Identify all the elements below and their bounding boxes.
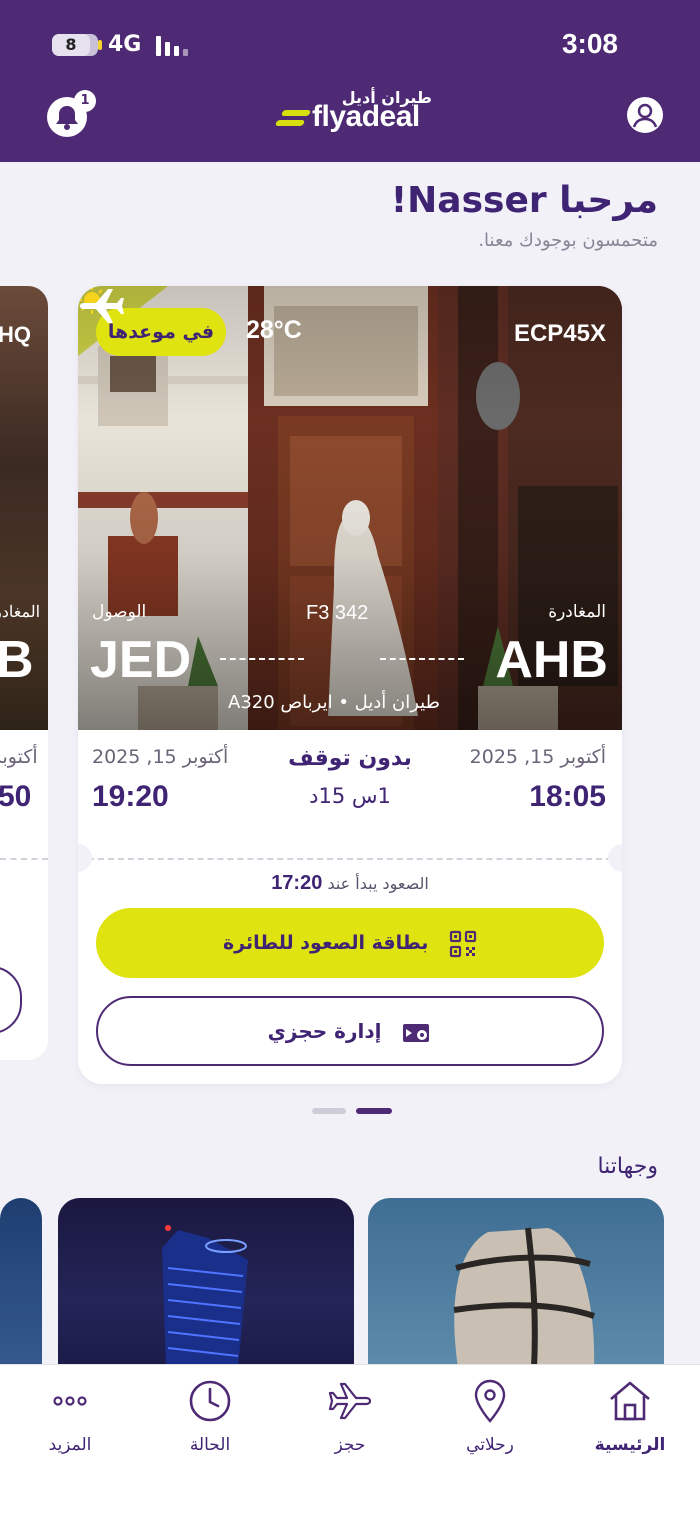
boarding-info: الصعود يبدأ عند 17:20 xyxy=(78,872,622,895)
destination-photo-tower xyxy=(162,1225,248,1368)
arrival-airport-code: JED xyxy=(90,631,192,689)
carousel-pagination xyxy=(312,1108,392,1114)
destination-card-partial[interactable] xyxy=(0,1198,42,1368)
app-header: 8 4G 3:08 1 طيران أديل flyadeal xyxy=(0,0,700,162)
previous-departure-code: B xyxy=(0,631,34,689)
welcome-subtitle: متحمسون بوجودك معنا. xyxy=(478,230,658,251)
battery-level: 8 xyxy=(65,35,77,54)
bottom-navigation: الرئيسية رحلاتي حجز الحالة المزيد xyxy=(0,1364,700,1514)
destination-photo-ithra xyxy=(453,1227,595,1368)
manage-booking-label: إدارة حجزي xyxy=(267,1019,382,1043)
profile-icon[interactable] xyxy=(626,96,664,134)
nav-home[interactable]: الرئيسية xyxy=(570,1377,690,1455)
aircraft-info: طيران أديل • ايرباص A320 xyxy=(228,692,440,713)
trip-card[interactable]: في موعدها 28°C ECP45X الوصول المغادرة F3… xyxy=(78,286,622,1084)
carousel-dot-1[interactable] xyxy=(312,1108,346,1114)
previous-departure-label: المغادر xyxy=(0,604,41,621)
previous-trip-card[interactable]: HQ المغادر B أكتوبر 50 xyxy=(0,286,48,1060)
notification-badge: 1 xyxy=(74,90,96,112)
boarding-pass-label: بطاقة الصعود للطائرة xyxy=(222,932,429,954)
previous-manage-button[interactable] xyxy=(0,966,22,1034)
airplane-icon xyxy=(80,289,124,323)
carousel-dot-2[interactable] xyxy=(356,1108,392,1114)
arrival-label: الوصول xyxy=(92,602,147,622)
nav-my-trips-label: رحلاتي xyxy=(466,1435,514,1455)
welcome-title: مرحبا Nasser! xyxy=(390,180,658,221)
home-icon xyxy=(610,1381,650,1421)
nav-status[interactable]: الحالة xyxy=(150,1377,270,1455)
manage-booking-button[interactable]: إدارة حجزي xyxy=(96,996,604,1066)
destination-card-riyadh[interactable] xyxy=(58,1198,354,1368)
network-type: 4G xyxy=(108,32,142,57)
status-clock: 3:08 xyxy=(561,28,618,59)
logo-text-en: flyadeal xyxy=(312,100,420,133)
previous-date: أكتوبر xyxy=(0,746,38,768)
route-line-right xyxy=(380,658,464,660)
signal-icon xyxy=(156,36,190,56)
nav-status-label: الحالة xyxy=(189,1435,231,1455)
stops-info: بدون توقف xyxy=(288,746,412,771)
destination-card-dhahran[interactable] xyxy=(368,1198,664,1368)
departure-label: المغادرة xyxy=(548,602,606,622)
airplane-icon xyxy=(328,1382,372,1420)
clock-icon xyxy=(189,1380,231,1422)
flyadeal-logo: طيران أديل flyadeal xyxy=(272,88,442,136)
nav-book[interactable]: حجز xyxy=(290,1377,410,1455)
status-bar: 8 4G 3:08 xyxy=(0,28,700,68)
manage-booking-icon xyxy=(403,1023,430,1042)
nav-book-label: حجز xyxy=(334,1435,366,1455)
arrival-time: 19:20 xyxy=(92,780,169,813)
ticket-perforation xyxy=(78,858,622,860)
battery-icon: 8 xyxy=(52,34,102,56)
nav-more[interactable]: المزيد xyxy=(10,1377,130,1455)
route-line-left xyxy=(220,658,304,660)
nav-my-trips[interactable]: رحلاتي xyxy=(430,1377,550,1455)
previous-perforation xyxy=(0,858,48,860)
boarding-label: الصعود يبدأ عند xyxy=(327,874,429,893)
nav-home-label: الرئيسية xyxy=(594,1435,666,1455)
nav-more-label: المزيد xyxy=(48,1435,92,1455)
logo-stripes-icon xyxy=(274,110,312,130)
destinations-title: وجهاتنا xyxy=(597,1154,658,1179)
location-pin-icon xyxy=(474,1379,506,1423)
previous-booking-ref: HQ xyxy=(0,322,31,347)
flight-number: F3 342 xyxy=(306,602,369,624)
departure-airport-code: AHB xyxy=(495,631,608,689)
boarding-time: 17:20 xyxy=(271,872,323,894)
destination-temperature: 28°C xyxy=(246,316,302,344)
booking-reference: ECP45X xyxy=(513,320,606,347)
more-dots-icon xyxy=(53,1396,87,1406)
departure-time: 18:05 xyxy=(529,780,606,813)
qr-code-icon xyxy=(449,930,477,957)
previous-time: 50 xyxy=(0,780,32,813)
boarding-pass-button[interactable]: بطاقة الصعود للطائرة xyxy=(96,908,604,978)
trip-hero-image: في موعدها 28°C ECP45X الوصول المغادرة F3… xyxy=(78,286,622,730)
